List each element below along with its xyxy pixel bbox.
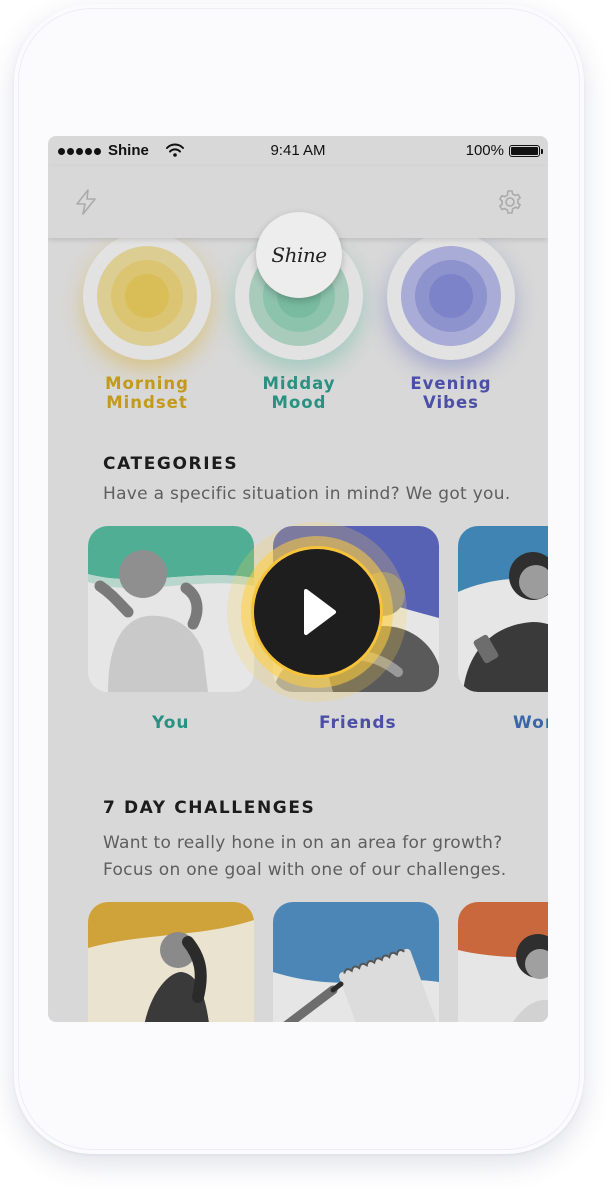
challenges-subtitle: Want to really hone in on an area for gr… (103, 833, 507, 880)
morning-mindset-item[interactable]: Morning Mindset (82, 232, 212, 412)
challenge-card-2[interactable] (273, 902, 439, 1022)
challenge-card-1[interactable] (88, 902, 254, 1022)
lightning-button[interactable] (70, 186, 102, 218)
challenge-1-image (88, 902, 254, 1022)
challenge-2-image (273, 902, 439, 1022)
play-icon (304, 589, 336, 635)
play-button[interactable] (227, 522, 407, 702)
status-bar: Shine 9:41 AM 100% (48, 136, 548, 166)
lightning-icon (76, 189, 96, 215)
category-card-work[interactable] (458, 526, 548, 692)
shine-logo[interactable]: Shine (256, 212, 342, 298)
evening-circle (387, 232, 515, 360)
category-work-image (458, 526, 548, 692)
challenge-card-3[interactable] (458, 902, 548, 1022)
logo-text: Shine (271, 243, 327, 267)
gear-icon (499, 190, 521, 214)
category-work-label: Wor (513, 713, 548, 733)
battery-icon (509, 145, 543, 157)
midday-mood-label: Midday Mood (262, 374, 336, 412)
morning-circle (83, 232, 211, 360)
categories-title: CATEGORIES (103, 454, 239, 474)
category-friends-label: Friends (319, 713, 397, 733)
evening-vibes-label: Evening Vibes (410, 374, 492, 412)
battery-percent: 100% (465, 142, 504, 159)
categories-subtitle: Have a specific situation in mind? We go… (103, 484, 511, 504)
evening-vibes-item[interactable]: Evening Vibes (386, 232, 516, 412)
challenge-3-image (458, 902, 548, 1022)
category-you-label: You (152, 713, 190, 733)
morning-mindset-label: Morning Mindset (105, 374, 189, 412)
app-screen: Shine 9:41 AM 100% Shine Morning Mindset… (48, 136, 548, 1022)
settings-button[interactable] (494, 186, 526, 218)
challenges-title: 7 DAY CHALLENGES (103, 798, 316, 818)
